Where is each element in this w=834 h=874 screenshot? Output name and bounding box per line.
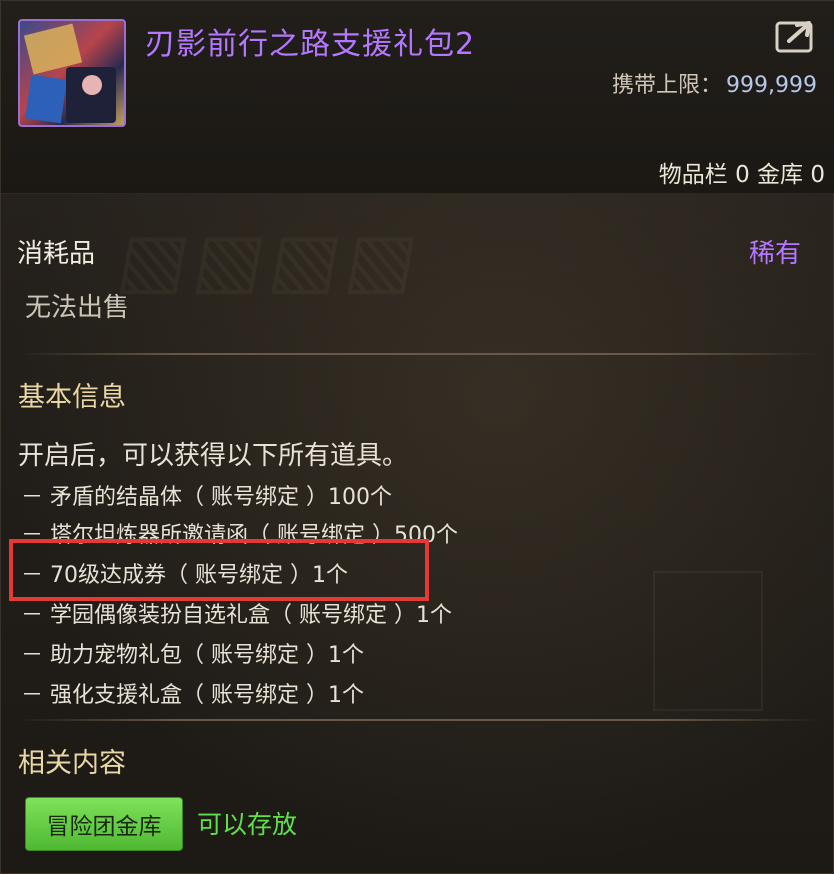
background-card: [653, 571, 763, 711]
section-divider: [17, 353, 821, 355]
basic-info-title: 基本信息: [18, 382, 126, 413]
highlight-box: [9, 539, 429, 601]
list-item: － 学园偶像装扮自选礼盒（ 账号绑定 ）1个: [21, 603, 452, 628]
item-tooltip-panel: ▧▧▧▧ 刃影前行之路支援礼包2 携带上限： 999,999 物品栏 0 金库 0…: [0, 0, 834, 874]
carry-limit-value: 999,999: [726, 73, 817, 98]
carry-limit: 携带上限： 999,999: [612, 67, 817, 99]
background-watermark: ▧▧▧▧: [111, 217, 431, 303]
carry-limit-label: 携带上限：: [612, 73, 723, 98]
section-divider: [17, 719, 821, 721]
tooltip-header: 刃影前行之路支援礼包2 携带上限： 999,999 物品栏 0 金库 0: [1, 1, 834, 194]
gift-package-icon: [18, 19, 126, 127]
item-title: 刃影前行之路支援礼包2: [145, 27, 476, 62]
storage-counts: 物品栏 0 金库 0: [658, 162, 825, 188]
adventure-storage-button[interactable]: 冒险团金库: [25, 797, 183, 851]
item-rarity: 稀有: [748, 239, 801, 269]
list-item: － 强化支援礼盒（ 账号绑定 ）1个: [21, 683, 364, 708]
list-item: － 助力宠物礼包（ 账号绑定 ）1个: [21, 643, 364, 668]
share-export-icon[interactable]: [775, 17, 819, 53]
adventure-storage-button-label: 冒险团金库: [46, 814, 162, 840]
basic-info-description: 开启后，可以获得以下所有道具。: [18, 441, 409, 471]
list-item: － 矛盾的结晶体（ 账号绑定 ）100个: [21, 485, 392, 510]
sell-status: 无法出售: [25, 293, 130, 323]
storage-status: 可以存放: [197, 810, 298, 839]
related-content-title: 相关内容: [18, 748, 126, 779]
item-category: 消耗品: [17, 239, 96, 269]
